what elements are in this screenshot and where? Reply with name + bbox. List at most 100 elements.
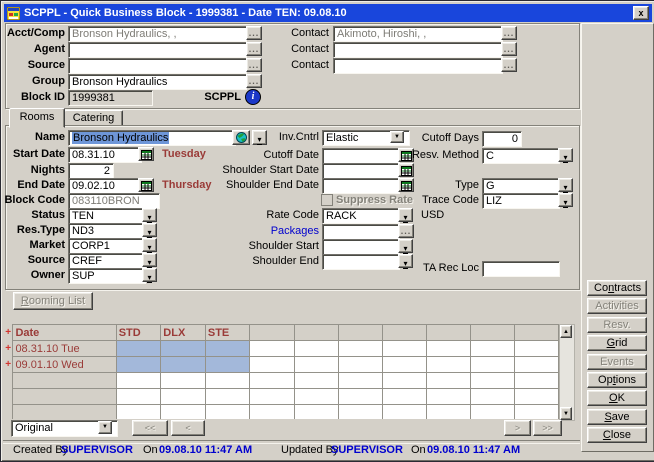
acct-comp-lov-icon[interactable]: ... <box>246 26 262 40</box>
grid-cell[interactable] <box>470 357 514 373</box>
res-type-dropdown-icon[interactable]: ▾ <box>142 223 157 237</box>
info-icon[interactable]: i <box>245 89 261 105</box>
grid-cell[interactable] <box>382 389 426 405</box>
grid-cell[interactable] <box>338 405 382 420</box>
grid-cell[interactable] <box>116 357 161 373</box>
market-dropdown-icon[interactable]: ▾ <box>142 238 157 252</box>
grid-date-cell[interactable]: 08.31.10 Tue <box>13 341 116 357</box>
grid-cell[interactable] <box>514 405 558 420</box>
grid-cell[interactable] <box>426 341 470 357</box>
packages-field[interactable] <box>322 224 400 240</box>
grid-cell[interactable] <box>338 341 382 357</box>
grid-cell[interactable] <box>514 341 558 357</box>
ta-rec-loc-field[interactable] <box>482 261 560 277</box>
contact1-lov-icon[interactable]: ... <box>501 26 517 40</box>
close-window-icon[interactable]: x <box>633 6 649 20</box>
agent-field[interactable] <box>68 42 247 58</box>
grid-cell[interactable] <box>116 341 161 357</box>
start-date-calendar-icon[interactable] <box>138 147 154 161</box>
contact2-lov-icon[interactable]: ... <box>501 42 517 56</box>
cutoff-days-field[interactable]: 0 <box>482 131 522 147</box>
res-type-field[interactable]: ND3 <box>68 223 146 239</box>
grid-cell[interactable] <box>161 405 206 420</box>
packages-link[interactable]: Packages <box>203 225 319 238</box>
contact3-lov-icon[interactable]: ... <box>501 58 517 72</box>
shoulder-start-date-calendar-icon[interactable] <box>398 163 414 177</box>
grid-cell[interactable] <box>116 373 161 389</box>
start-date-field[interactable]: 08.31.10 <box>68 147 142 163</box>
grid-cell[interactable] <box>426 357 470 373</box>
grid-cell[interactable] <box>470 341 514 357</box>
agent-lov-icon[interactable]: ... <box>246 42 262 56</box>
scroll-up-icon[interactable]: ▲ <box>560 325 572 338</box>
grid-date-cell[interactable]: 09.01.10 Wed <box>13 357 116 373</box>
grid-cell[interactable] <box>382 357 426 373</box>
grid-cell[interactable] <box>338 357 382 373</box>
grid-cell[interactable] <box>294 405 338 420</box>
rooms-source-dropdown-icon[interactable]: ▾ <box>142 253 157 267</box>
grid-cell[interactable] <box>294 373 338 389</box>
grid-cell[interactable] <box>161 357 206 373</box>
grid-cell[interactable] <box>161 373 206 389</box>
grid-cell[interactable] <box>205 373 250 389</box>
grid-cell[interactable] <box>250 341 294 357</box>
side-button-grid[interactable]: Grid <box>587 335 647 351</box>
grid-cell[interactable] <box>514 357 558 373</box>
grid-cell[interactable] <box>250 373 294 389</box>
grid-cell[interactable] <box>470 389 514 405</box>
group-lov-icon[interactable]: ... <box>246 74 262 88</box>
grid-cell[interactable] <box>514 373 558 389</box>
grid-cell[interactable] <box>294 389 338 405</box>
rooms-source-field[interactable]: CREF <box>68 253 146 269</box>
acct-comp-field[interactable]: Bronson Hydraulics, , <box>68 26 247 42</box>
group-field[interactable]: Bronson Hydraulics <box>68 74 247 90</box>
grid-cell[interactable] <box>382 341 426 357</box>
owner-dropdown-icon[interactable]: ▾ <box>142 268 157 282</box>
side-button-contracts[interactable]: Contracts <box>587 280 647 296</box>
grid-cell[interactable] <box>205 341 250 357</box>
rate-code-field[interactable]: RACK <box>322 208 400 224</box>
type-field[interactable]: G <box>482 178 560 194</box>
grid-cell[interactable] <box>426 389 470 405</box>
trace-code-field[interactable]: LIZ <box>482 193 560 209</box>
shoulder-start-field[interactable] <box>322 239 400 255</box>
contact2-field[interactable] <box>333 42 503 58</box>
trace-code-dropdown-icon[interactable]: ▾ <box>558 193 573 207</box>
source-lov-icon[interactable]: ... <box>246 58 262 72</box>
grid-cell[interactable] <box>294 357 338 373</box>
grid-cell[interactable] <box>426 405 470 420</box>
grid-cell[interactable] <box>161 389 206 405</box>
rate-view-arrow-icon[interactable]: ▼ <box>98 421 112 434</box>
packages-lov-icon[interactable]: ... <box>398 224 414 238</box>
end-date-field[interactable]: 09.02.10 <box>68 178 142 194</box>
side-button-close[interactable]: Close <box>587 427 647 443</box>
side-button-ok[interactable]: OK <box>587 390 647 406</box>
scroll-down-icon[interactable]: ▼ <box>560 407 572 420</box>
rate-code-dropdown-icon[interactable]: ▾ <box>398 208 413 222</box>
grid-date-cell[interactable] <box>13 373 116 389</box>
owner-field[interactable]: SUP <box>68 268 146 284</box>
grid-cell[interactable] <box>116 389 161 405</box>
grid-date-cell[interactable] <box>13 405 116 420</box>
grid-cell[interactable] <box>205 357 250 373</box>
grid-date-cell[interactable] <box>13 389 116 405</box>
resv-method-dropdown-icon[interactable]: ▾ <box>558 148 573 162</box>
resv-method-field[interactable]: C <box>482 148 560 164</box>
grid-cell[interactable] <box>470 373 514 389</box>
grid-cell[interactable] <box>161 341 206 357</box>
nights-field[interactable]: 2 <box>68 163 114 179</box>
contact3-field[interactable] <box>333 58 503 74</box>
grid-cell[interactable] <box>116 405 161 420</box>
grid-vertical-scrollbar[interactable]: ▲ ▼ <box>559 324 575 421</box>
side-button-save[interactable]: Save <box>587 409 647 425</box>
tab-rooms[interactable]: Rooms <box>9 108 65 128</box>
grid-cell[interactable] <box>470 405 514 420</box>
type-dropdown-icon[interactable]: ▾ <box>558 178 573 192</box>
grid-cell[interactable] <box>426 373 470 389</box>
grid-cell[interactable] <box>250 405 294 420</box>
grid-cell[interactable] <box>250 357 294 373</box>
grid-cell[interactable] <box>205 389 250 405</box>
grid-cell[interactable] <box>338 373 382 389</box>
grid-cell[interactable] <box>205 405 250 420</box>
contact1-field[interactable]: Akimoto, Hiroshi, , <box>333 26 503 42</box>
